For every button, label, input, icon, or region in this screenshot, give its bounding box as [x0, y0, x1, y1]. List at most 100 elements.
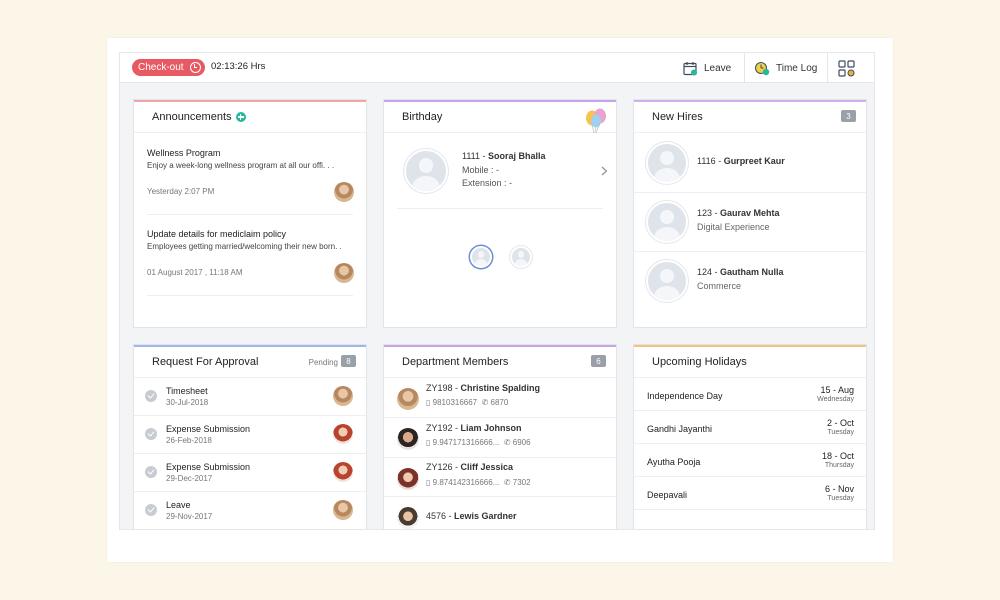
divider	[634, 443, 866, 444]
checkout-button[interactable]: Check-out	[132, 59, 205, 76]
timelog-button[interactable]: Time Log	[754, 53, 817, 83]
checkout-timer: 02:13:26 Hrs	[211, 61, 266, 72]
new-hires-count: 3	[841, 110, 856, 122]
member-avatar	[397, 507, 419, 529]
member-phone: 9.947171316666...	[432, 438, 500, 447]
holiday-date: 6 - Nov	[824, 484, 854, 494]
leave-button[interactable]: Leave	[683, 53, 731, 83]
birthday-avatar	[404, 149, 448, 193]
birthday-card: Birthday 1111 - Sooraj Bhalla Mobile : -…	[383, 99, 617, 328]
calendar-icon	[683, 61, 697, 75]
divider	[634, 509, 866, 510]
person-id: 1111	[462, 151, 481, 161]
holiday-name: Independence Day	[647, 391, 723, 401]
announcement-time: Yesterday 2:07 PM	[147, 187, 215, 196]
top-bar: Check-out 02:13:26 Hrs Leave Time Log	[120, 53, 874, 83]
request-date: 30-Jul-2018	[166, 398, 209, 407]
member-id: ZY192	[426, 423, 453, 433]
hire-entry[interactable]: 123 - Gaurav Mehta	[697, 208, 780, 218]
holiday-day: Thursday	[824, 462, 854, 469]
hire-department: Digital Experience	[697, 222, 770, 232]
member-entry[interactable]: ZY198 - Christine Spalding	[426, 383, 540, 393]
divider	[634, 251, 866, 252]
member-name: Lewis Gardner	[454, 511, 517, 521]
approval-count: 8	[341, 355, 356, 367]
request-date: 29-Dec-2017	[166, 474, 213, 483]
divider	[134, 415, 366, 416]
phone-icon: ▯	[426, 438, 431, 447]
chevron-right-icon[interactable]	[601, 166, 608, 176]
checkout-label: Check-out	[138, 62, 184, 73]
request-title[interactable]: Expense Submission	[166, 424, 250, 434]
announcements-card: Announcements Wellness Program Enjoy a w…	[133, 99, 367, 328]
author-avatar	[334, 182, 354, 202]
card-header: New Hires	[634, 102, 866, 133]
department-card: Department Members 6 ZY198 - Christine S…	[383, 344, 617, 529]
apps-button[interactable]	[838, 53, 861, 83]
person-name: Sooraj Bhalla	[488, 151, 546, 161]
birthday-title: Birthday	[402, 111, 443, 123]
announcement-desc: Enjoy a week-long wellness program at al…	[147, 161, 335, 170]
hire-entry[interactable]: 124 - Gautham Nulla	[697, 267, 784, 277]
request-title[interactable]: Expense Submission	[166, 462, 250, 472]
member-phone: 9.874142316666...	[432, 478, 500, 487]
member-name: Liam Johnson	[460, 423, 522, 433]
check-icon[interactable]	[145, 390, 157, 402]
app-window: Check-out 02:13:26 Hrs Leave Time Log An…	[119, 52, 875, 530]
divider	[384, 417, 616, 418]
author-avatar	[334, 263, 354, 283]
card-header: Announcements	[134, 102, 366, 133]
hire-name: Gurpreet Kaur	[723, 156, 785, 166]
timelog-label: Time Log	[776, 62, 818, 74]
request-title[interactable]: Timesheet	[166, 386, 208, 396]
member-avatar	[397, 388, 419, 410]
hire-avatar	[646, 201, 688, 243]
requester-avatar	[333, 500, 353, 520]
check-icon[interactable]	[145, 428, 157, 440]
department-title: Department Members	[402, 356, 509, 368]
timelog-icon	[755, 62, 770, 76]
member-entry[interactable]: 4576 - Lewis Gardner	[426, 511, 517, 521]
member-entry[interactable]: ZY192 - Liam Johnson	[426, 423, 522, 433]
request-date: 26-Feb-2018	[166, 436, 212, 445]
requester-avatar	[333, 424, 353, 444]
announcement-title[interactable]: Update details for mediclaim policy	[147, 229, 286, 239]
birthday-mobile: Mobile : -	[462, 165, 500, 175]
hire-entry[interactable]: 1116 - Gurpreet Kaur	[697, 156, 785, 166]
clock-icon	[190, 62, 201, 73]
holiday-date: 18 - Oct	[821, 451, 854, 461]
announcements-title: Announcements	[152, 111, 232, 123]
holiday-date: 2 - Oct	[826, 418, 854, 428]
member-entry[interactable]: ZY126 - Cliff Jessica	[426, 462, 513, 472]
add-announcement-icon[interactable]	[235, 112, 246, 122]
card-header: Upcoming Holidays	[634, 347, 866, 378]
member-name: Cliff Jessica	[460, 462, 514, 472]
request-title[interactable]: Leave	[166, 500, 191, 510]
member-contact: ▯ 9.874142316666... ✆ 7302	[426, 478, 531, 487]
announcement-time: 01 August 2017 , 11:18 AM	[147, 268, 243, 277]
card-header: Department Members	[384, 347, 616, 378]
hire-avatar	[646, 260, 688, 302]
topbar-divider	[827, 53, 828, 83]
new-hires-card: New Hires 3 1116 - Gurpreet Kaur 123 - G…	[633, 99, 867, 328]
department-count: 6	[591, 355, 606, 367]
announcement-title[interactable]: Wellness Program	[147, 148, 220, 158]
member-contact: ▯ 9.947171316666... ✆ 6906	[426, 438, 531, 447]
birthday-person[interactable]: 1111 - Sooraj Bhalla	[462, 151, 546, 161]
divider	[634, 410, 866, 411]
divider	[634, 476, 866, 477]
member-contact: ▯ 9810316667 ✆ 6870	[426, 398, 508, 407]
hire-department: Commerce	[697, 281, 742, 291]
approval-status[interactable]: Pending	[309, 358, 338, 367]
check-icon[interactable]	[145, 466, 157, 478]
carousel-dot-active[interactable]	[470, 246, 492, 268]
telephone-icon: ✆	[503, 478, 511, 487]
member-ext: 6906	[512, 438, 531, 447]
member-id: ZY198	[426, 383, 453, 393]
divider	[147, 295, 353, 296]
carousel-dot[interactable]	[510, 246, 532, 268]
check-icon[interactable]	[145, 504, 157, 516]
divider	[134, 491, 366, 492]
member-phone: 9810316667	[432, 398, 478, 407]
holiday-name: Deepavali	[647, 490, 688, 500]
